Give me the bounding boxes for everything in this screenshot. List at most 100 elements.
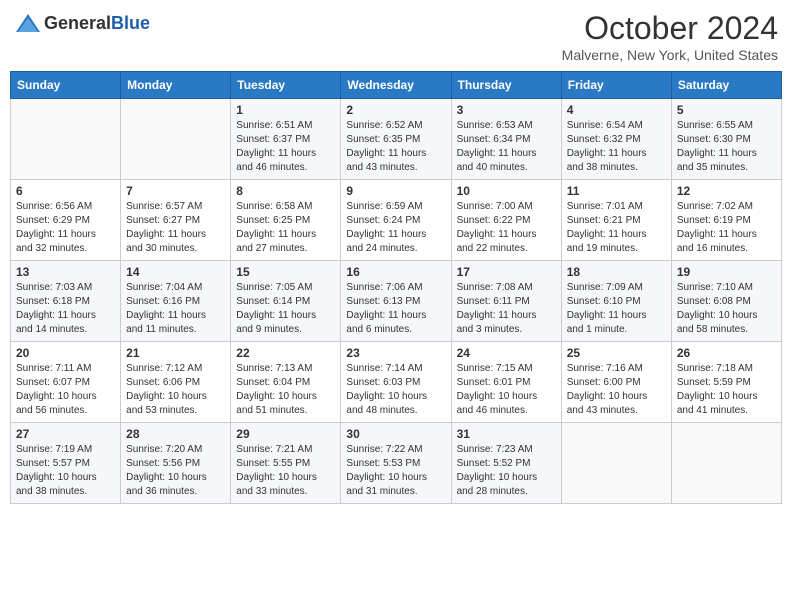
day-info: Sunrise: 7:01 AM Sunset: 6:21 PM Dayligh… xyxy=(567,200,666,256)
day-info: Sunrise: 7:15 AM Sunset: 6:01 PM Dayligh… xyxy=(457,362,556,418)
calendar-cell: 7 Sunrise: 6:57 AM Sunset: 6:27 PM Daylig… xyxy=(121,180,231,261)
day-info: Sunrise: 6:58 AM Sunset: 6:25 PM Dayligh… xyxy=(236,200,335,256)
calendar-cell: 22 Sunrise: 7:13 AM Sunset: 6:04 PM Dayli… xyxy=(231,342,341,423)
day-info: Sunrise: 7:22 AM Sunset: 5:53 PM Dayligh… xyxy=(346,443,445,499)
day-number: 22 xyxy=(236,346,335,360)
day-info: Sunrise: 6:52 AM Sunset: 6:35 PM Dayligh… xyxy=(346,119,445,175)
calendar-cell: 31Sunrise: 7:23 AM Sunset: 5:52 PM Dayli… xyxy=(451,423,561,504)
day-number: 5 xyxy=(677,103,776,117)
location-text: Malverne, New York, United States xyxy=(562,47,778,63)
calendar-cell: 24Sunrise: 7:15 AM Sunset: 6:01 PM Dayli… xyxy=(451,342,561,423)
day-info: Sunrise: 6:54 AM Sunset: 6:32 PM Dayligh… xyxy=(567,119,666,175)
day-info: Sunrise: 7:20 AM Sunset: 5:56 PM Dayligh… xyxy=(126,443,225,499)
day-number: 28 xyxy=(126,427,225,441)
calendar-cell: 11 Sunrise: 7:01 AM Sunset: 6:21 PM Dayli… xyxy=(561,180,671,261)
day-info: Sunrise: 7:02 AM Sunset: 6:19 PM Dayligh… xyxy=(677,200,776,256)
day-number: 12 xyxy=(677,184,776,198)
calendar-cell: 13Sunrise: 7:03 AM Sunset: 6:18 PM Dayli… xyxy=(11,261,121,342)
day-info: Sunrise: 7:05 AM Sunset: 6:14 PM Dayligh… xyxy=(236,281,335,337)
day-number: 9 xyxy=(346,184,445,198)
weekday-header: Tuesday xyxy=(231,72,341,99)
day-info: Sunrise: 7:18 AM Sunset: 5:59 PM Dayligh… xyxy=(677,362,776,418)
calendar-cell: 18Sunrise: 7:09 AM Sunset: 6:10 PM Dayli… xyxy=(561,261,671,342)
day-info: Sunrise: 6:56 AM Sunset: 6:29 PM Dayligh… xyxy=(16,200,115,256)
day-info: Sunrise: 6:53 AM Sunset: 6:34 PM Dayligh… xyxy=(457,119,556,175)
day-info: Sunrise: 7:06 AM Sunset: 6:13 PM Dayligh… xyxy=(346,281,445,337)
day-info: Sunrise: 7:12 AM Sunset: 6:06 PM Dayligh… xyxy=(126,362,225,418)
day-number: 11 xyxy=(567,184,666,198)
calendar-cell: 17 Sunrise: 7:08 AM Sunset: 6:11 PM Dayli… xyxy=(451,261,561,342)
weekday-header: Monday xyxy=(121,72,231,99)
month-title: October 2024 xyxy=(562,10,778,47)
day-info: Sunrise: 6:51 AM Sunset: 6:37 PM Dayligh… xyxy=(236,119,335,175)
calendar-cell: 2Sunrise: 6:52 AM Sunset: 6:35 PM Daylig… xyxy=(341,99,451,180)
day-number: 30 xyxy=(346,427,445,441)
day-info: Sunrise: 7:04 AM Sunset: 6:16 PM Dayligh… xyxy=(126,281,225,337)
calendar-cell: 27 Sunrise: 7:19 AM Sunset: 5:57 PM Dayli… xyxy=(11,423,121,504)
calendar-cell: 6 Sunrise: 6:56 AM Sunset: 6:29 PM Daylig… xyxy=(11,180,121,261)
day-number: 3 xyxy=(457,103,556,117)
weekday-header: Saturday xyxy=(671,72,781,99)
day-number: 6 xyxy=(16,184,115,198)
calendar-cell xyxy=(671,423,781,504)
day-number: 19 xyxy=(677,265,776,279)
day-number: 15 xyxy=(236,265,335,279)
day-info: Sunrise: 6:55 AM Sunset: 6:30 PM Dayligh… xyxy=(677,119,776,175)
calendar-cell: 3 Sunrise: 6:53 AM Sunset: 6:34 PM Daylig… xyxy=(451,99,561,180)
calendar-cell: 20 Sunrise: 7:11 AM Sunset: 6:07 PM Dayli… xyxy=(11,342,121,423)
calendar-week-row: 13Sunrise: 7:03 AM Sunset: 6:18 PM Dayli… xyxy=(11,261,782,342)
day-number: 27 xyxy=(16,427,115,441)
day-number: 20 xyxy=(16,346,115,360)
title-block: October 2024 Malverne, New York, United … xyxy=(562,10,778,63)
day-number: 7 xyxy=(126,184,225,198)
day-number: 16 xyxy=(346,265,445,279)
calendar-cell: 4Sunrise: 6:54 AM Sunset: 6:32 PM Daylig… xyxy=(561,99,671,180)
day-number: 1 xyxy=(236,103,335,117)
day-info: Sunrise: 7:03 AM Sunset: 6:18 PM Dayligh… xyxy=(16,281,115,337)
calendar-cell: 9Sunrise: 6:59 AM Sunset: 6:24 PM Daylig… xyxy=(341,180,451,261)
day-info: Sunrise: 6:57 AM Sunset: 6:27 PM Dayligh… xyxy=(126,200,225,256)
calendar-cell: 1 Sunrise: 6:51 AM Sunset: 6:37 PM Daylig… xyxy=(231,99,341,180)
calendar-cell: 15 Sunrise: 7:05 AM Sunset: 6:14 PM Dayli… xyxy=(231,261,341,342)
day-number: 17 xyxy=(457,265,556,279)
day-info: Sunrise: 7:11 AM Sunset: 6:07 PM Dayligh… xyxy=(16,362,115,418)
day-info: Sunrise: 7:08 AM Sunset: 6:11 PM Dayligh… xyxy=(457,281,556,337)
day-number: 25 xyxy=(567,346,666,360)
calendar-week-row: 27 Sunrise: 7:19 AM Sunset: 5:57 PM Dayli… xyxy=(11,423,782,504)
weekday-header: Friday xyxy=(561,72,671,99)
calendar-cell: 16 Sunrise: 7:06 AM Sunset: 6:13 PM Dayli… xyxy=(341,261,451,342)
calendar-cell: 26 Sunrise: 7:18 AM Sunset: 5:59 PM Dayli… xyxy=(671,342,781,423)
day-number: 26 xyxy=(677,346,776,360)
logo: GeneralBlue xyxy=(14,10,150,38)
calendar-cell: 30 Sunrise: 7:22 AM Sunset: 5:53 PM Dayli… xyxy=(341,423,451,504)
logo-blue-text: Blue xyxy=(111,13,150,33)
day-info: Sunrise: 7:21 AM Sunset: 5:55 PM Dayligh… xyxy=(236,443,335,499)
calendar-cell: 25 Sunrise: 7:16 AM Sunset: 6:00 PM Dayli… xyxy=(561,342,671,423)
weekday-header: Wednesday xyxy=(341,72,451,99)
day-info: Sunrise: 7:13 AM Sunset: 6:04 PM Dayligh… xyxy=(236,362,335,418)
weekday-header: Thursday xyxy=(451,72,561,99)
day-info: Sunrise: 7:19 AM Sunset: 5:57 PM Dayligh… xyxy=(16,443,115,499)
day-number: 29 xyxy=(236,427,335,441)
day-info: Sunrise: 7:00 AM Sunset: 6:22 PM Dayligh… xyxy=(457,200,556,256)
weekday-header: Sunday xyxy=(11,72,121,99)
page-header: GeneralBlue October 2024 Malverne, New Y… xyxy=(10,10,782,63)
calendar-cell: 12 Sunrise: 7:02 AM Sunset: 6:19 PM Dayli… xyxy=(671,180,781,261)
day-info: Sunrise: 7:14 AM Sunset: 6:03 PM Dayligh… xyxy=(346,362,445,418)
day-number: 14 xyxy=(126,265,225,279)
calendar-cell: 14 Sunrise: 7:04 AM Sunset: 6:16 PM Dayli… xyxy=(121,261,231,342)
calendar-cell: 19Sunrise: 7:10 AM Sunset: 6:08 PM Dayli… xyxy=(671,261,781,342)
calendar-table: SundayMondayTuesdayWednesdayThursdayFrid… xyxy=(10,71,782,504)
day-info: Sunrise: 7:23 AM Sunset: 5:52 PM Dayligh… xyxy=(457,443,556,499)
calendar-cell: 8Sunrise: 6:58 AM Sunset: 6:25 PM Daylig… xyxy=(231,180,341,261)
logo-icon xyxy=(14,10,42,38)
calendar-cell xyxy=(11,99,121,180)
day-info: Sunrise: 7:16 AM Sunset: 6:00 PM Dayligh… xyxy=(567,362,666,418)
day-number: 18 xyxy=(567,265,666,279)
logo-general-text: General xyxy=(44,13,111,33)
day-number: 23 xyxy=(346,346,445,360)
calendar-week-row: 1 Sunrise: 6:51 AM Sunset: 6:37 PM Daylig… xyxy=(11,99,782,180)
day-number: 10 xyxy=(457,184,556,198)
calendar-cell: 5 Sunrise: 6:55 AM Sunset: 6:30 PM Daylig… xyxy=(671,99,781,180)
calendar-week-row: 6 Sunrise: 6:56 AM Sunset: 6:29 PM Daylig… xyxy=(11,180,782,261)
